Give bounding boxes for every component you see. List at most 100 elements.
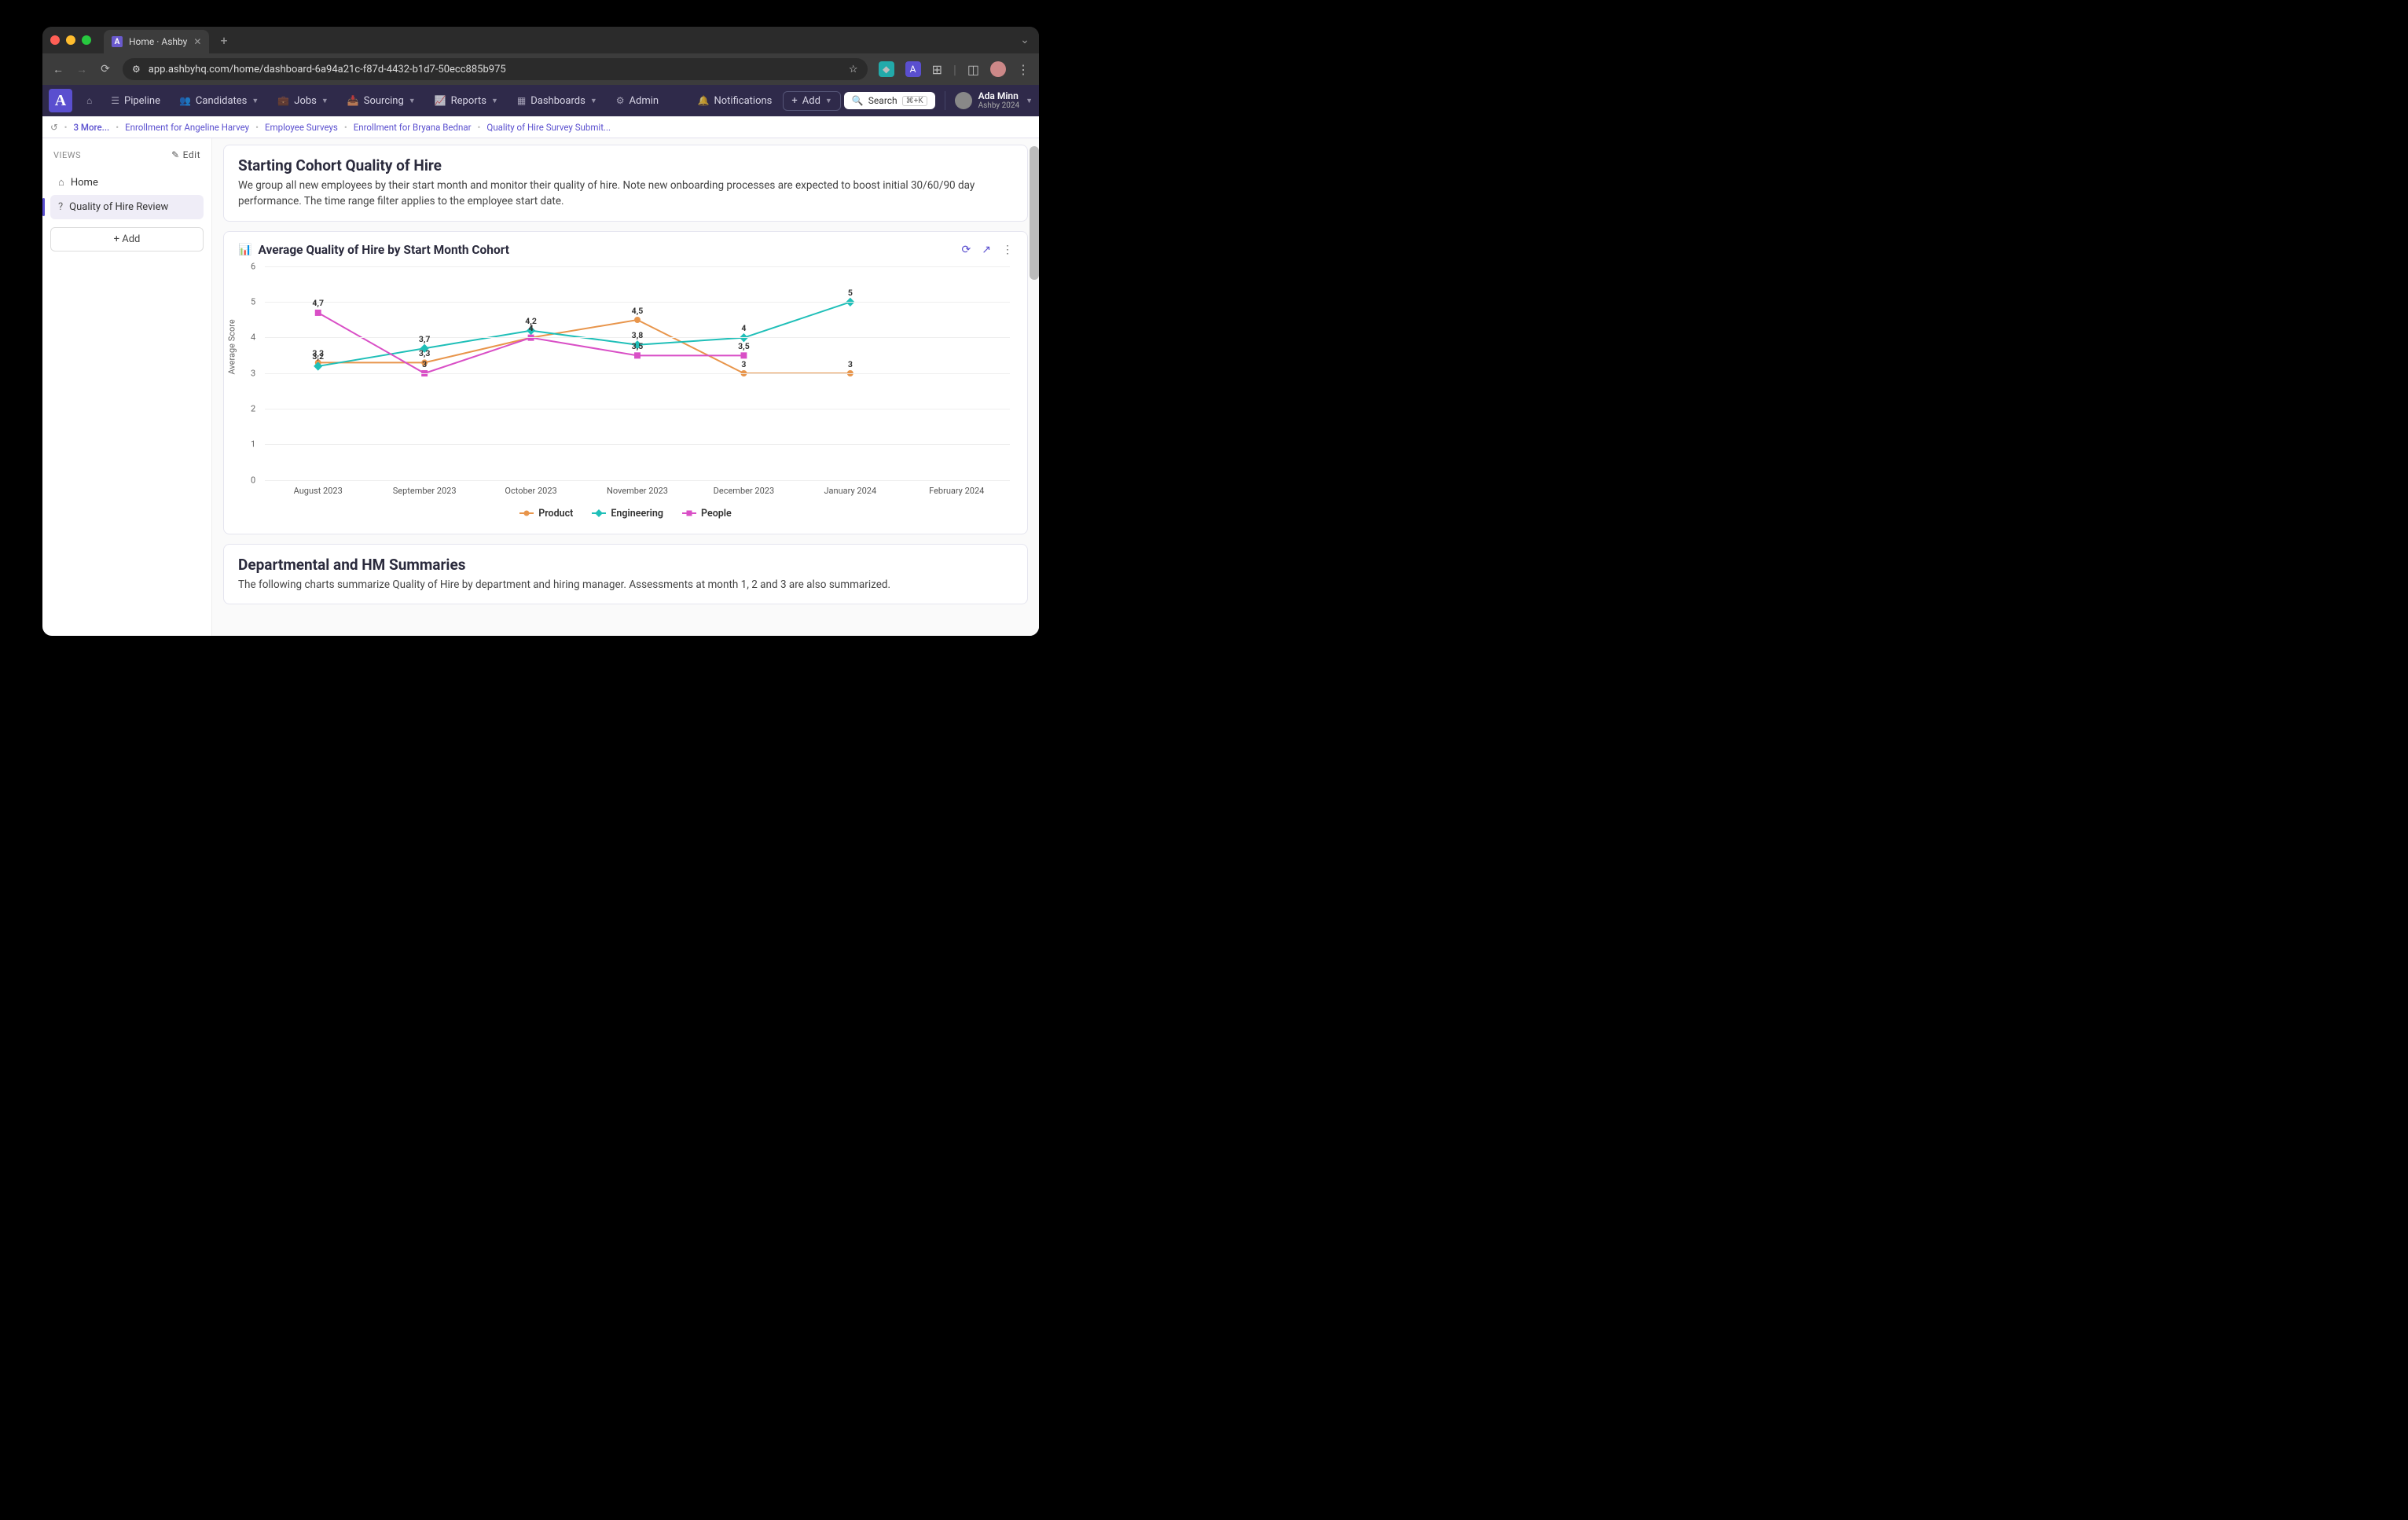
sidebar-add-button[interactable]: + Add <box>50 227 204 251</box>
window-close[interactable] <box>50 35 60 45</box>
sidebar-item-quality-review[interactable]: ? Quality of Hire Review <box>50 195 204 219</box>
tab-dropdown-icon[interactable]: ⌄ <box>1019 34 1031 46</box>
chevron-down-icon: ▼ <box>409 97 416 105</box>
people-icon: 👥 <box>179 95 191 106</box>
data-point-label: 3,8 <box>632 330 644 340</box>
breadcrumb-item[interactable]: Employee Surveys <box>265 122 338 133</box>
gear-icon: ⚙ <box>616 95 625 106</box>
y-tick-label: 4 <box>251 332 255 343</box>
breadcrumb-item[interactable]: Enrollment for Bryana Bednar <box>354 122 472 133</box>
extension-icon-1[interactable]: ◆ <box>879 61 894 77</box>
legend-item[interactable]: People <box>682 508 732 520</box>
history-icon[interactable]: ↺ <box>50 122 58 133</box>
nav-home-icon[interactable]: ⌂ <box>79 90 100 111</box>
legend-label: People <box>701 508 732 520</box>
data-point-label: 4,7 <box>312 298 324 308</box>
chevron-down-icon: ▼ <box>321 97 329 105</box>
app-logo[interactable]: A <box>49 89 72 112</box>
gridline <box>265 302 1010 303</box>
app-topbar: A ⌂ ☰ Pipeline 👥 Candidates ▼ 💼 Jobs ▼ 📥… <box>42 85 1039 116</box>
url-bar[interactable]: ⚙ app.ashbyhq.com/home/dashboard-6a94a21… <box>123 58 868 80</box>
chart-card: 📊 Average Quality of Hire by Start Month… <box>223 231 1028 534</box>
main-content: Starting Cohort Quality of Hire We group… <box>212 138 1039 636</box>
user-org: Ashby 2024 <box>978 101 1019 110</box>
data-point-label: 3,5 <box>632 341 644 351</box>
nav-forward-icon[interactable]: → <box>75 63 88 76</box>
nav-label: Jobs <box>294 95 317 107</box>
briefcase-icon: 💼 <box>277 95 289 106</box>
search-icon: 🔍 <box>852 95 864 106</box>
inbox-icon: 📥 <box>347 95 359 106</box>
scrollbar-thumb[interactable] <box>1030 146 1039 280</box>
chevron-down-icon: ▼ <box>1026 97 1033 105</box>
summaries-card: Departmental and HM Summaries The follow… <box>223 544 1028 604</box>
browser-menu-icon[interactable]: ⋮ <box>1017 62 1030 77</box>
filter-icon: ☰ <box>111 95 119 106</box>
sidebar-edit-button[interactable]: ✎ Edit <box>171 149 200 160</box>
pencil-icon: ✎ <box>171 149 180 160</box>
tab-title: Home · Ashby <box>129 36 187 47</box>
more-menu-icon[interactable]: ⋮ <box>1002 244 1013 256</box>
chevron-down-icon: ▼ <box>825 97 832 105</box>
card-title: Departmental and HM Summaries <box>238 556 1013 574</box>
notifications-label: Notifications <box>714 95 772 107</box>
legend-marker <box>592 512 606 514</box>
bookmark-icon[interactable]: ☆ <box>849 64 858 75</box>
legend-item[interactable]: Engineering <box>592 508 663 520</box>
open-external-icon[interactable]: ↗ <box>982 244 991 256</box>
notifications-button[interactable]: 🔔 Notifications <box>690 90 780 112</box>
x-tick-label: August 2023 <box>265 486 371 496</box>
window-minimize[interactable] <box>66 35 75 45</box>
nav-label: Reports <box>451 95 486 107</box>
refresh-icon[interactable]: ⟳ <box>962 244 971 256</box>
data-point-label: 4,5 <box>632 305 644 315</box>
browser-toolbar: ← → ⟳ ⚙ app.ashbyhq.com/home/dashboard-6… <box>42 53 1039 85</box>
y-tick-label: 0 <box>251 475 255 485</box>
tab-close-icon[interactable]: ✕ <box>193 36 201 47</box>
window-maximize[interactable] <box>82 35 91 45</box>
y-tick-label: 3 <box>251 368 255 378</box>
gridline <box>265 480 1010 481</box>
nav-back-icon[interactable]: ← <box>52 63 64 76</box>
data-point-label: 4 <box>529 323 534 333</box>
nav-candidates[interactable]: 👥 Candidates ▼ <box>171 90 266 112</box>
legend-item[interactable]: Product <box>519 508 573 520</box>
data-point-label: 3,2 <box>312 351 324 362</box>
breadcrumb-item[interactable]: Enrollment for Angeline Harvey <box>125 122 249 133</box>
sidebar-item-label: Quality of Hire Review <box>69 201 168 213</box>
browser-tab[interactable]: A Home · Ashby ✕ <box>104 30 209 53</box>
extensions-icon[interactable]: ⊞ <box>932 62 942 77</box>
nav-reports[interactable]: 📈 Reports ▼ <box>427 90 506 112</box>
x-tick-label: November 2023 <box>584 486 690 496</box>
data-point-label: 3,5 <box>738 341 750 351</box>
extension-icon-ashby[interactable]: A <box>905 61 921 77</box>
search-button[interactable]: 🔍 Search ⌘+K <box>844 92 935 109</box>
card-description: The following charts summarize Quality o… <box>238 577 1013 593</box>
dashboard-icon: ▦ <box>517 95 526 106</box>
side-panel-icon[interactable]: ◫ <box>967 62 979 77</box>
intro-card: Starting Cohort Quality of Hire We group… <box>223 145 1028 222</box>
profile-avatar[interactable] <box>990 61 1006 77</box>
nav-dashboards[interactable]: ▦ Dashboards ▼ <box>509 90 605 112</box>
breadcrumb-more[interactable]: 3 More... <box>74 122 110 133</box>
data-point-label: 4 <box>741 323 746 333</box>
nav-admin[interactable]: ⚙ Admin <box>608 90 666 112</box>
nav-jobs[interactable]: 💼 Jobs ▼ <box>270 90 336 112</box>
card-description: We group all new employees by their star… <box>238 178 1013 210</box>
legend-marker <box>519 512 534 514</box>
data-point-label: 3,7 <box>419 334 431 344</box>
sidebar-header: VIEWS <box>53 150 81 160</box>
user-menu[interactable]: Ada Minn Ashby 2024 ▼ <box>945 91 1033 110</box>
site-settings-icon[interactable]: ⚙ <box>132 64 141 75</box>
breadcrumb-item[interactable]: Quality of Hire Survey Submit... <box>486 122 611 133</box>
nav-label: Sourcing <box>364 95 404 107</box>
add-button[interactable]: + Add ▼ <box>783 91 840 111</box>
nav-reload-icon[interactable]: ⟳ <box>99 63 112 75</box>
nav-sourcing[interactable]: 📥 Sourcing ▼ <box>340 90 424 112</box>
add-label: Add <box>802 95 820 107</box>
sidebar-item-home[interactable]: ⌂ Home <box>50 170 204 195</box>
help-icon: ? <box>58 201 63 213</box>
new-tab-button[interactable]: + <box>220 33 227 48</box>
nav-pipeline[interactable]: ☰ Pipeline <box>103 90 168 112</box>
home-icon: ⌂ <box>58 176 64 189</box>
